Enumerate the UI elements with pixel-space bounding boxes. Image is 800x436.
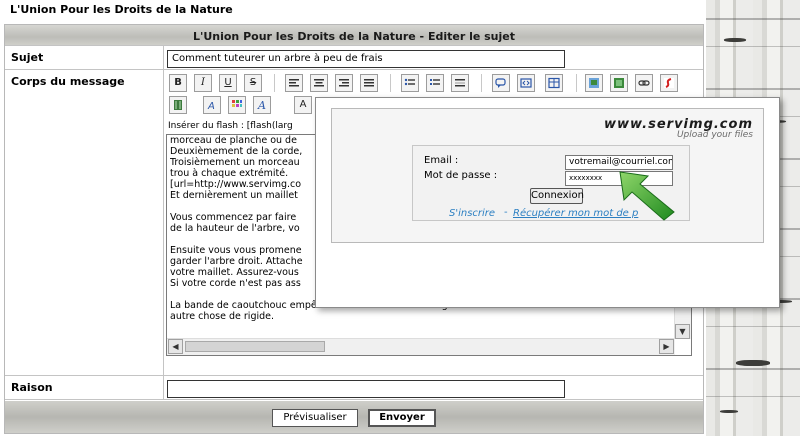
numbered-list-icon[interactable] (426, 74, 444, 92)
flash-insert-label: Insérer du flash : [flash(larg (168, 121, 293, 131)
servimg-panel: www.servimg.com Upload your files Email … (331, 108, 764, 243)
font-size-icon[interactable]: A (253, 96, 271, 114)
svg-text:A: A (257, 99, 266, 111)
align-center-icon[interactable] (310, 74, 328, 92)
form-footer: Prévisualiser Envoyer (5, 401, 703, 433)
scroll-down-icon[interactable]: ▼ (675, 324, 690, 339)
body-label: Corps du message (5, 75, 163, 88)
preview-button[interactable]: Prévisualiser (272, 409, 358, 427)
send-button[interactable]: Envoyer (368, 409, 436, 427)
servimg-popup: www.servimg.com Upload your files Email … (315, 97, 780, 308)
toolbar-divider (481, 74, 482, 92)
code-icon[interactable] (517, 74, 535, 92)
flash-icon[interactable] (660, 74, 678, 92)
row-separator (5, 399, 703, 400)
password-label: Mot de passe : (424, 170, 498, 181)
horizontal-scroll-thumb[interactable] (185, 341, 325, 352)
subject-label: Sujet (5, 51, 163, 64)
site-title[interactable]: L'Union Pour les Droits de la Nature (10, 3, 233, 16)
justify-icon[interactable] (360, 74, 378, 92)
font-family-button[interactable]: A (294, 96, 312, 114)
scroll-left-icon[interactable]: ◀ (168, 339, 183, 354)
scroll-right-icon[interactable]: ▶ (659, 339, 674, 354)
login-button[interactable]: Connexion (530, 188, 584, 204)
servimg-logo: www.servimg.com Upload your files (604, 117, 753, 140)
body-line: autre chose de rigide. (170, 311, 275, 322)
row-separator (5, 45, 703, 46)
color-palette-icon[interactable] (228, 96, 246, 114)
reason-label: Raison (5, 381, 163, 394)
toolbar-divider (576, 74, 577, 92)
bullet-list-icon[interactable] (401, 74, 419, 92)
italic-button[interactable]: I (194, 74, 212, 92)
svg-text:A: A (207, 101, 215, 111)
table-icon[interactable] (545, 74, 563, 92)
bold-button[interactable]: B (169, 74, 187, 92)
column-separator (163, 45, 164, 399)
reason-input[interactable] (167, 380, 565, 398)
green-arrow-icon (619, 171, 675, 221)
align-right-icon[interactable] (335, 74, 353, 92)
link-icon[interactable] (635, 74, 653, 92)
align-left-icon[interactable] (285, 74, 303, 92)
font-color-icon[interactable]: A (203, 96, 221, 114)
underline-button[interactable]: U (219, 74, 237, 92)
horizontal-rule-icon[interactable] (451, 74, 469, 92)
hosted-image-icon[interactable] (585, 74, 603, 92)
subject-input[interactable]: Comment tuteurer un arbre à peu de frais (167, 50, 565, 68)
row-separator (5, 69, 703, 70)
toolbar-divider (390, 74, 391, 92)
email-label: Email : (424, 155, 459, 166)
register-link[interactable]: S'inscrire (449, 208, 495, 219)
toolbar-divider (274, 74, 275, 92)
row-separator (5, 375, 703, 376)
horizontal-scrollbar[interactable]: ◀ ▶ (167, 338, 675, 355)
link-separator: - (504, 207, 508, 218)
strike-button[interactable]: S (244, 74, 262, 92)
form-header: L'Union Pour les Droits de la Nature - E… (5, 25, 703, 45)
quote-icon[interactable] (492, 74, 510, 92)
video-icon[interactable] (169, 96, 187, 114)
image-icon[interactable] (610, 74, 628, 92)
